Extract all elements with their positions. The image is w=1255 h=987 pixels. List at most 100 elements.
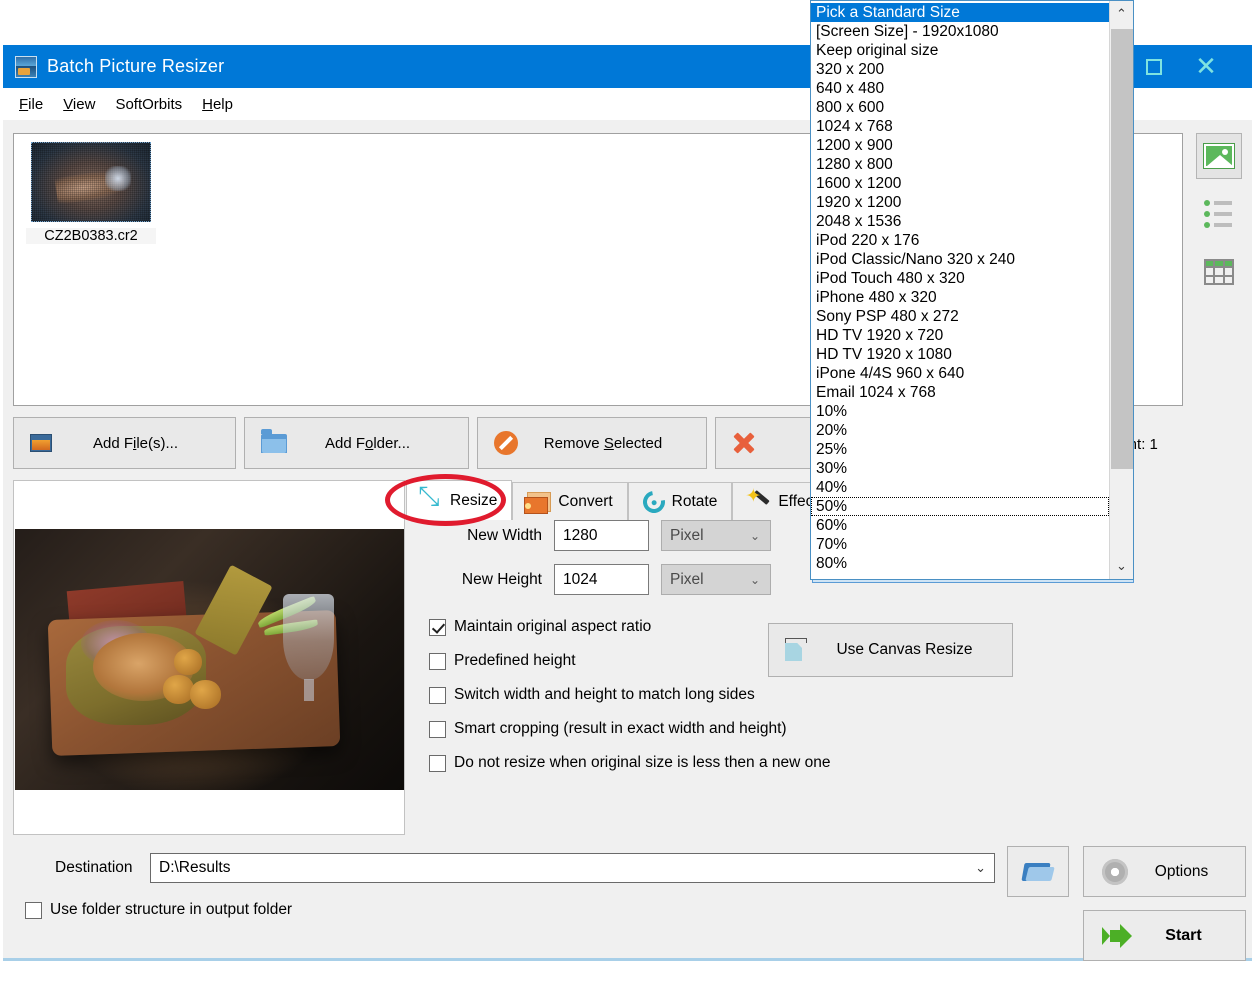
new-width-input[interactable] [554,520,649,551]
new-height-row: New Height Pixel ⌄ [406,564,771,595]
dropdown-item[interactable]: 1024 x 768 [811,117,1109,136]
thumbnail-dither-overlay [32,143,150,221]
chevron-down-icon: ⌄ [750,573,760,587]
tab-rotate[interactable]: Rotate [628,482,733,520]
view-mode-bar [1196,133,1248,307]
list-icon-row [1204,200,1234,206]
dropdown-item[interactable]: 25% [811,440,1109,459]
tab-rotate-label: Rotate [672,493,718,511]
dropdown-item[interactable]: iPod Classic/Nano 320 x 240 [811,250,1109,269]
picture-icon-shape [30,434,52,452]
close-button[interactable]: ✕ [1180,45,1232,88]
dropdown-item[interactable]: 2048 x 1536 [811,212,1109,231]
list-icon [1204,200,1234,228]
use-canvas-resize-label: Use Canvas Resize [811,641,1012,659]
grid-cell [1205,267,1214,276]
dropdown-item[interactable]: 70% [811,535,1109,554]
dropdown-item[interactable]: HD TV 1920 x 1080 [811,345,1109,364]
list-icon-bar [1214,223,1232,227]
scroll-down-arrow-icon[interactable]: ⌄ [1110,553,1133,579]
list-item[interactable]: CZ2B0383.cr2 [26,142,156,245]
new-height-input[interactable] [554,564,649,595]
dropdown-scrollbar[interactable]: ⌃ ⌄ [1109,1,1133,579]
add-folder-button[interactable]: Add Folder... [244,417,469,469]
dropdown-item[interactable]: 1600 x 1200 [811,174,1109,193]
canvas-resize-icon [785,638,811,662]
standard-size-dropdown[interactable]: Pick a Standard Size[Screen Size] - 1920… [810,0,1134,580]
image-preview-panel[interactable] [13,480,405,835]
scroll-up-arrow-icon[interactable]: ⌃ [1110,1,1133,27]
green-arrow-icon [1102,924,1132,948]
thumbnail-view-button[interactable] [1196,133,1242,179]
dropdown-item[interactable]: Keep original size [811,41,1109,60]
dropdown-item-list[interactable]: Pick a Standard Size[Screen Size] - 1920… [811,1,1109,579]
dropdown-item[interactable]: 800 x 600 [811,98,1109,117]
dropdown-item[interactable]: 10% [811,402,1109,421]
list-icon-bar [1214,212,1232,216]
dropdown-item[interactable]: Pick a Standard Size [811,3,1109,22]
list-view-button[interactable] [1196,191,1242,237]
bottom-accent-line [3,958,1252,961]
width-unit-select[interactable]: Pixel ⌄ [661,520,771,551]
dropdown-item[interactable]: 1280 x 800 [811,155,1109,174]
add-files-button[interactable]: Add File(s)... [13,417,236,469]
dropdown-item[interactable]: Sony PSP 480 x 272 [811,307,1109,326]
browse-folder-button[interactable] [1007,846,1069,897]
menu-item-view[interactable]: View [55,93,103,116]
dropdown-item[interactable]: 640 x 480 [811,79,1109,98]
menu-item-help[interactable]: Help [194,93,241,116]
dropdown-item[interactable]: 20% [811,421,1109,440]
tab-resize[interactable]: Resize [406,480,512,520]
checkbox-icon[interactable] [429,721,446,738]
dropdown-item[interactable]: 40% [811,478,1109,497]
remove-selected-button[interactable]: Remove Selected [477,417,707,469]
dropdown-item[interactable]: 1920 x 1200 [811,193,1109,212]
dropdown-item[interactable]: [Screen Size] - 1920x1080 [811,22,1109,41]
option-use-folder-structure[interactable]: Use folder structure in output folder [25,901,292,919]
dropdown-item[interactable]: 80% [811,554,1109,573]
dropdown-item[interactable]: 320 x 200 [811,60,1109,79]
dropdown-item[interactable]: 1200 x 900 [811,136,1109,155]
start-button[interactable]: Start [1083,910,1246,961]
checkbox-icon[interactable] [25,902,42,919]
dropdown-item[interactable]: 60% [811,516,1109,535]
checkbox-icon[interactable] [429,755,446,772]
checkbox-icon[interactable] [429,653,446,670]
options-button[interactable]: Options [1083,846,1246,897]
scrollbar-thumb[interactable] [1111,29,1133,469]
grid-cell [1224,267,1233,276]
menu-file-rest: ile [28,96,43,113]
grid-cell [1214,276,1223,285]
destination-combo[interactable]: D:\Results ⌄ [150,853,995,883]
start-label: Start [1132,927,1245,945]
option-label: Do not resize when original size is less… [454,754,831,772]
details-view-button[interactable] [1196,249,1242,295]
option-do-not-resize-smaller[interactable]: Do not resize when original size is less… [429,754,831,772]
tab-resize-label: Resize [450,492,497,510]
preview-glass [283,594,334,680]
tab-convert-label: Convert [558,493,612,511]
tab-convert[interactable]: Convert [512,482,627,520]
chevron-down-icon: ⌄ [750,529,760,543]
menu-item-file[interactable]: File [11,93,51,116]
dropdown-item[interactable]: 30% [811,459,1109,478]
dropdown-item[interactable]: iPod Touch 480 x 320 [811,269,1109,288]
checkbox-icon[interactable] [429,619,446,636]
dropdown-item[interactable]: iPod 220 x 176 [811,231,1109,250]
maximize-button[interactable] [1128,45,1180,88]
menu-view-rest: iew [73,96,96,113]
option-smart-cropping[interactable]: Smart cropping (result in exact width an… [429,720,831,738]
checkbox-icon[interactable] [429,687,446,704]
option-switch-width-height[interactable]: Switch width and height to match long si… [429,686,831,704]
dropdown-item[interactable]: Email 1024 x 768 [811,383,1109,402]
new-width-label: New Width [406,527,554,545]
dropdown-item[interactable]: iPone 4/4S 960 x 640 [811,364,1109,383]
option-label: Switch width and height to match long si… [454,686,755,704]
dropdown-item[interactable]: iPhone 480 x 320 [811,288,1109,307]
preview-potato [190,680,221,709]
dropdown-item[interactable]: 50% [811,497,1109,516]
use-canvas-resize-button[interactable]: Use Canvas Resize [768,623,1013,677]
menu-item-softorbits[interactable]: SoftOrbits [107,93,190,116]
height-unit-select[interactable]: Pixel ⌄ [661,564,771,595]
dropdown-item[interactable]: HD TV 1920 x 720 [811,326,1109,345]
